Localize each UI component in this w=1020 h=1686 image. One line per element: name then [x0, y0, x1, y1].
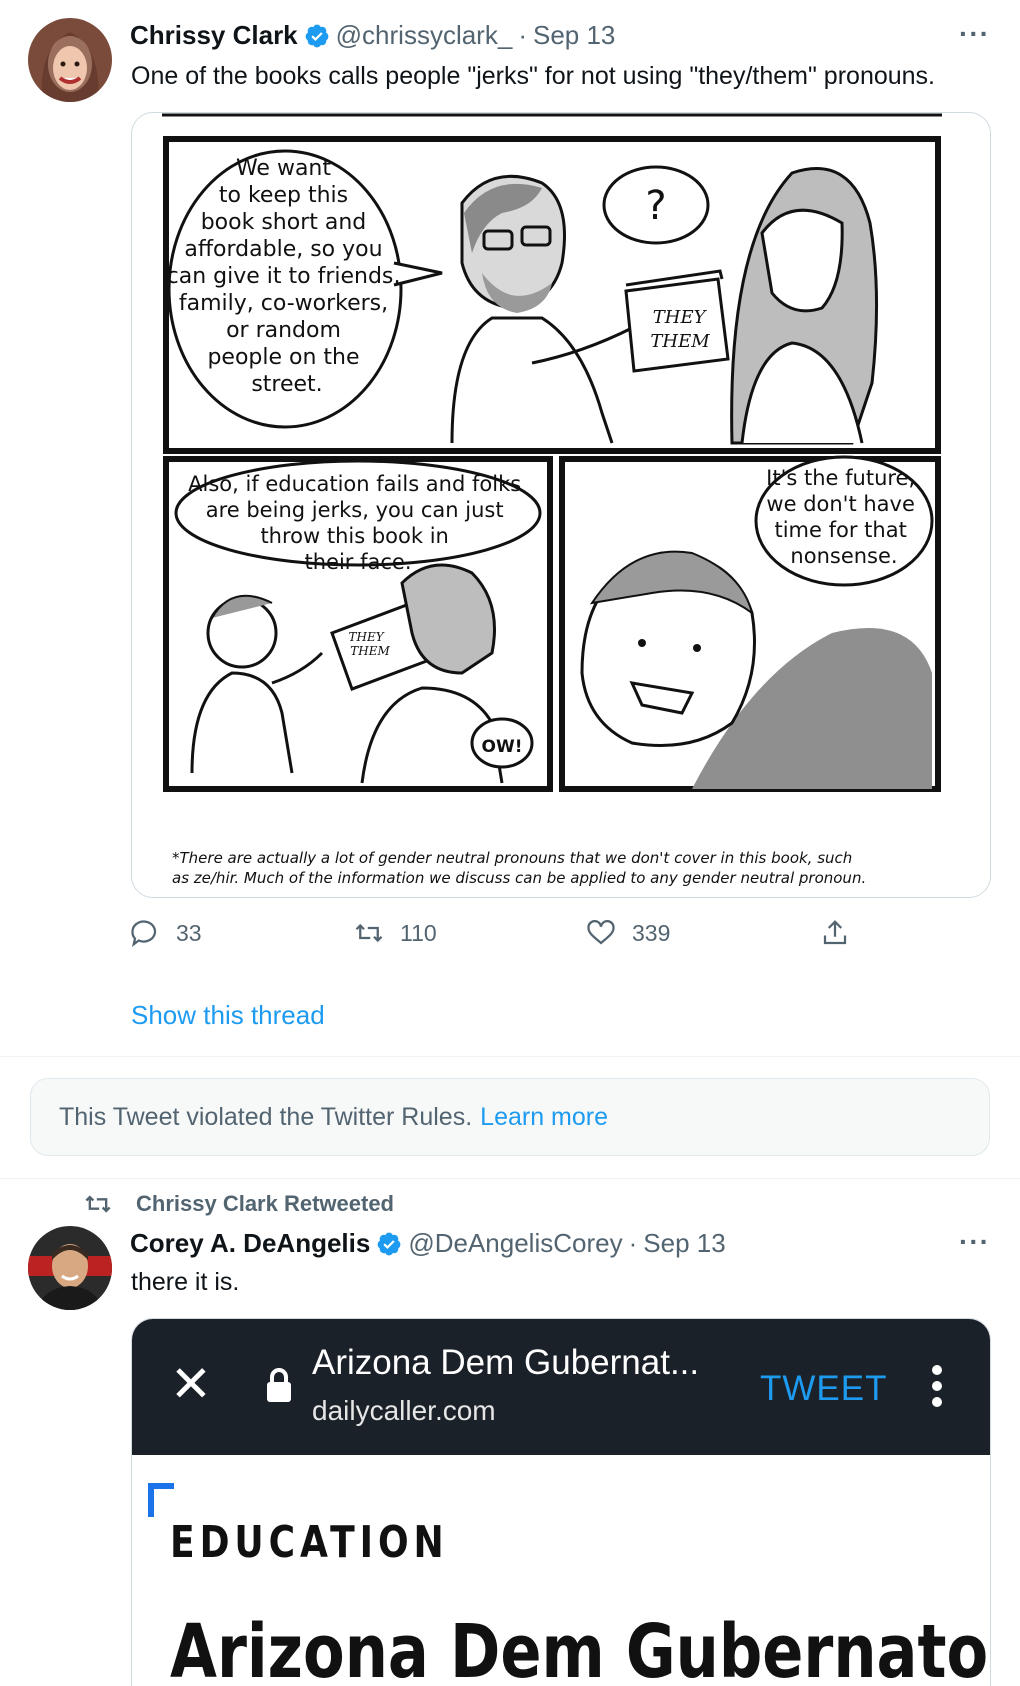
author-name[interactable]: Chrissy Clark [130, 20, 298, 51]
separator: · [628, 1228, 638, 1258]
panel1-line: to keep this [219, 183, 348, 208]
article-section-label: EDUCATION [170, 1517, 449, 1568]
avatar[interactable] [28, 18, 112, 102]
panel1-line: or random [226, 318, 341, 343]
panel3-line: It's the future, [766, 466, 915, 490]
verified-badge-icon [377, 1232, 401, 1255]
thrown-book-line: THEY [349, 630, 385, 644]
like-count: 339 [632, 919, 671, 946]
tweet-date[interactable]: Sep 13 [643, 1228, 725, 1259]
verified-badge-icon [305, 24, 329, 47]
close-icon: ✕ [170, 1356, 212, 1412]
panel1-line: book short and [201, 210, 367, 235]
browser-page-title: Arizona Dem Gubernat... [312, 1343, 700, 1382]
reply-button[interactable]: 33 [130, 918, 202, 948]
avatar[interactable] [28, 1226, 112, 1310]
comic-image: We want to keep this book short and affo… [132, 113, 990, 897]
show-thread-link[interactable]: Show this thread [131, 1000, 325, 1031]
tweet-date[interactable]: Sep 13 [533, 20, 615, 51]
panel1-line: can give it to friends, [167, 264, 401, 289]
violation-text: This Tweet violated the Twitter Rules. [59, 1102, 473, 1131]
article-headline: Arizona Dem Gubernatorial [170, 1609, 990, 1686]
tweet-actions: 33 110 339 [130, 918, 860, 958]
browser-tweet-button: TWEET [760, 1369, 888, 1408]
author-name[interactable]: Corey A. DeAngelis [130, 1228, 370, 1259]
divider [0, 1178, 1020, 1179]
share-button[interactable] [820, 918, 866, 948]
footnote-line: *There are actually a lot of gender neut… [172, 849, 852, 867]
learn-more-link[interactable]: Learn more [480, 1103, 608, 1132]
panel1-line: We want [236, 156, 331, 181]
thrown-book-line: THEM [350, 644, 390, 658]
like-icon [587, 920, 615, 945]
author-handle[interactable]: @chrissyclark_ [336, 20, 513, 51]
divider [0, 1056, 1020, 1057]
reply-icon [131, 920, 157, 947]
thought-mark: ? [645, 183, 666, 229]
retweet-icon [355, 923, 383, 943]
panel1-line: people on the [207, 345, 359, 370]
panel1-line: affordable, so you [184, 237, 382, 262]
panel3-line: time for that [774, 518, 906, 542]
panel2-line: throw this book in [260, 524, 448, 548]
separator: · [518, 20, 527, 50]
more-icon[interactable]: ··· [959, 18, 990, 50]
tweet-header: Corey A. DeAngelis @DeAngelisCorey · Sep… [130, 1228, 726, 1259]
more-icon[interactable]: ··· [959, 1226, 990, 1258]
author-handle[interactable]: @DeAngelisCorey [408, 1228, 622, 1259]
lock-icon [267, 1368, 291, 1402]
retweet-icon [85, 1195, 111, 1213]
book-label-line: THEY [653, 307, 708, 328]
panel2-line: Also, if education fails and folks [188, 472, 521, 496]
panel1-line: family, co-workers, [179, 291, 388, 316]
retweet-count: 110 [400, 919, 437, 946]
browser-toolbar: ✕ Arizona Dem Gubernat... dailycaller.co… [132, 1319, 990, 1455]
panel1-line: street. [251, 372, 322, 397]
book-label-line: THEM [650, 331, 710, 352]
tweet-media-screenshot[interactable]: ✕ Arizona Dem Gubernat... dailycaller.co… [131, 1318, 991, 1686]
tweet-text: there it is. [131, 1268, 240, 1296]
panel3-line: we don't have [766, 492, 914, 516]
svg-text:THEY THEM: THEY THEM [349, 630, 391, 658]
panel2-line: are being jerks, you can just [206, 498, 504, 522]
panel3-line: nonsense. [790, 544, 897, 568]
retweet-button[interactable]: 110 [354, 918, 437, 948]
tweet-violation-notice: This Tweet violated the Twitter Rules. L… [30, 1078, 990, 1156]
retweeted-by-label: Chrissy Clark Retweeted [136, 1191, 394, 1216]
reply-count: 33 [176, 919, 202, 946]
ow-text: OW! [482, 737, 523, 757]
panel2-line: their face. [304, 550, 411, 574]
tweet-media-comic[interactable]: We want to keep this book short and affo… [131, 112, 991, 898]
kebab-menu-icon [932, 1365, 942, 1413]
tweet-header: Chrissy Clark @chrissyclark_ · Sep 13 [130, 20, 615, 51]
browser-domain: dailycaller.com [312, 1395, 496, 1426]
share-icon [823, 920, 847, 945]
article-corner-mark [148, 1483, 174, 1517]
tweet-text: One of the books calls people "jerks" fo… [131, 62, 936, 90]
retweeted-by-row[interactable]: Chrissy Clark Retweeted [84, 1190, 394, 1218]
footnote-line: as ze/hir. Much of the information we di… [172, 869, 866, 887]
like-button[interactable]: 339 [586, 918, 670, 948]
